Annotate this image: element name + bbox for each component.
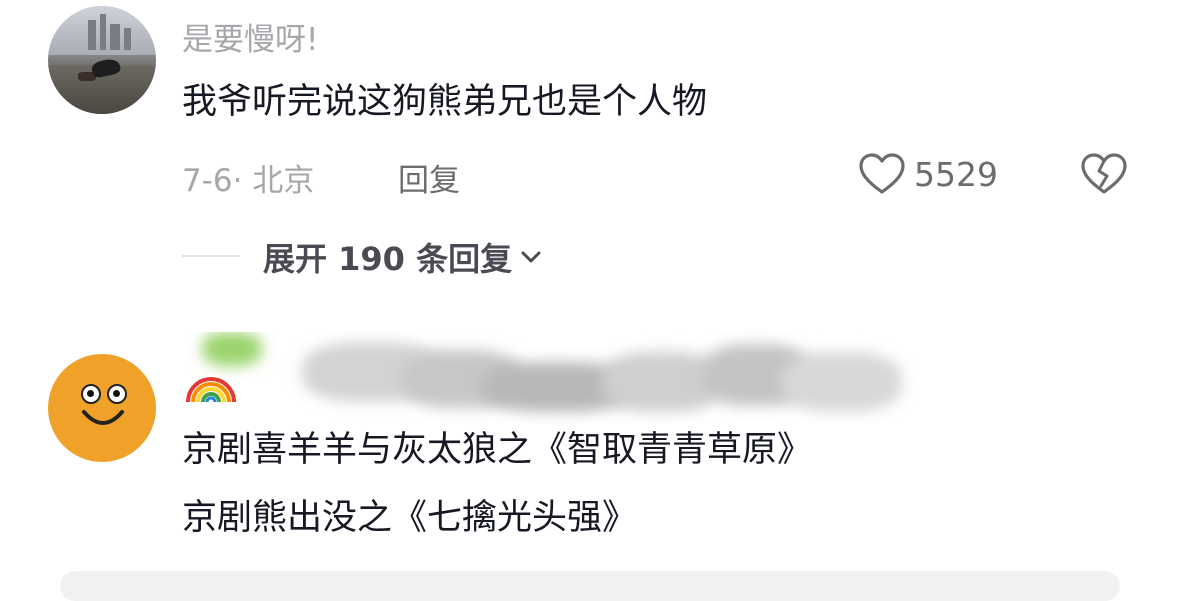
rainbow-icon [186,377,236,403]
blurred-username [182,332,917,424]
like-count: 5529 [914,154,998,194]
like-button[interactable]: 5529 [858,152,998,196]
reply-button[interactable]: 回复 [398,155,460,200]
broken-heart-icon [1081,153,1127,194]
dislike-button[interactable] [1080,152,1128,200]
comment-text-line: 京剧喜羊羊与灰太狼之《智取青青草原》 [182,430,813,470]
comment-timestamp-location: 7-6· 北京 [182,163,315,199]
heart-outline-icon [859,153,905,194]
comment-text-line: 京剧熊出没之《七擒光头强》 [182,498,638,538]
chevron-down-icon [521,251,541,263]
expand-replies-label: 展开 190 条回复 [263,240,513,278]
user-avatar[interactable] [48,6,156,114]
comment-text: 我爷听完说这狗熊弟兄也是个人物 [182,82,708,122]
user-avatar[interactable] [48,354,156,462]
expand-replies-button[interactable]: 展开 190 条回复 [263,234,542,280]
comment-username[interactable]: 是要慢呀! [182,14,318,59]
comment-input-bar[interactable] [60,571,1120,601]
expand-divider [182,255,240,257]
